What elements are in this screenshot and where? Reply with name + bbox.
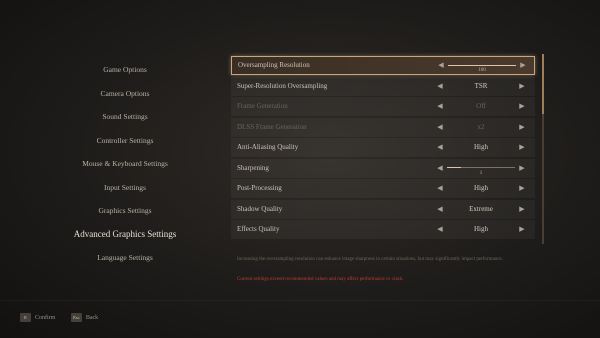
setting-label: Shadow Quality (237, 204, 283, 213)
arrow-right-icon[interactable]: ▶ (518, 179, 526, 198)
setting-label: Effects Quality (237, 225, 280, 233)
setting-label: Post-Processing (237, 184, 282, 192)
arrow-left-icon[interactable]: ◀ (436, 138, 444, 157)
arrow-right-icon[interactable]: ▶ (519, 57, 527, 74)
setting-value: Extreme (469, 204, 493, 213)
arrow-right-icon[interactable]: ▶ (518, 138, 526, 157)
confirm-key-icon: E (20, 313, 31, 322)
footer-divider (0, 300, 600, 301)
arrow-right-icon[interactable]: ▶ (518, 200, 526, 219)
setting-value: High (474, 225, 488, 233)
arrow-right-icon[interactable]: ▶ (518, 97, 526, 116)
arrow-right-icon[interactable]: ▶ (518, 220, 526, 239)
setting-value: High (474, 143, 488, 151)
scrollbar[interactable] (542, 54, 544, 244)
setting-warning: Current settings exceed recommended valu… (237, 277, 404, 282)
arrow-left-icon[interactable]: ◀ (436, 200, 444, 219)
arrow-left-icon[interactable]: ◀ (436, 97, 444, 116)
arrow-right-icon[interactable]: ▶ (518, 159, 526, 178)
setting-value: x2 (477, 122, 485, 131)
arrow-left-icon[interactable]: ◀ (436, 77, 444, 96)
confirm-label: Confirm (35, 315, 56, 321)
arrow-right-icon[interactable]: ▶ (518, 77, 526, 96)
menu-item[interactable]: Language Settings (30, 246, 220, 270)
setting-row[interactable]: Shadow Quality ◀ Extreme ▶ (231, 199, 535, 219)
setting-row[interactable]: Oversampling Resolution ◀ 100 ▶ (231, 56, 535, 75)
arrow-left-icon[interactable]: ◀ (436, 220, 444, 239)
menu-item[interactable]: Advanced Graphics Settings (30, 223, 220, 247)
setting-row[interactable]: Sharpening ◀ 1 ▶ (231, 158, 535, 178)
menu-item[interactable]: Mouse & Keyboard Settings (30, 152, 220, 176)
settings-menu: Game Options Camera Options Sound Settings… (30, 58, 220, 270)
menu-item[interactable]: Input Settings (30, 176, 220, 200)
menu-item[interactable]: Sound Settings (30, 105, 220, 129)
setting-value: High (474, 184, 488, 192)
setting-row[interactable]: DLSS Frame Generation ◀ x2 ▶ (231, 117, 535, 137)
setting-label: Sharpening (237, 163, 269, 172)
setting-description: Increasing the oversampling resolution c… (237, 257, 503, 262)
setting-value: TSR (474, 81, 488, 90)
setting-label: Frame Generation (237, 102, 288, 110)
confirm-hint[interactable]: E Confirm (20, 313, 55, 322)
back-hint[interactable]: Esc Back (70, 313, 99, 322)
setting-row[interactable]: Super-Resolution Oversampling ◀ TSR ▶ (231, 76, 535, 96)
arrow-left-icon[interactable]: ◀ (436, 159, 444, 178)
setting-value: Off (476, 102, 486, 110)
back-label: Back (85, 315, 99, 321)
arrow-right-icon[interactable]: ▶ (518, 118, 526, 137)
menu-item[interactable]: Game Options (30, 58, 220, 82)
settings-panel: Oversampling Resolution ◀ 100 ▶ Super-Resolu… (231, 56, 535, 241)
menu-item[interactable]: Camera Options (30, 82, 220, 106)
setting-label: Anti-Aliasing Quality (237, 143, 299, 151)
setting-row[interactable]: Frame Generation ◀ Off ▶ (231, 97, 535, 116)
arrow-left-icon[interactable]: ◀ (437, 57, 445, 74)
back-key-icon: Esc (70, 313, 82, 322)
setting-label: Oversampling Resolution (238, 61, 310, 69)
setting-label: DLSS Frame Generation (237, 122, 307, 131)
menu-item[interactable]: Graphics Settings (30, 199, 220, 223)
scrollbar-thumb[interactable] (542, 54, 544, 114)
footer-hints: E Confirm Esc Back (20, 313, 112, 322)
arrow-left-icon[interactable]: ◀ (436, 118, 444, 137)
setting-label: Super-Resolution Oversampling (237, 81, 328, 90)
menu-item[interactable]: Controller Settings (30, 129, 220, 153)
setting-row[interactable]: Anti-Aliasing Quality ◀ High ▶ (231, 138, 535, 157)
setting-row[interactable]: Post-Processing ◀ High ▶ (231, 179, 535, 198)
setting-row[interactable]: Effects Quality ◀ High ▶ (231, 220, 535, 239)
arrow-left-icon[interactable]: ◀ (436, 179, 444, 198)
